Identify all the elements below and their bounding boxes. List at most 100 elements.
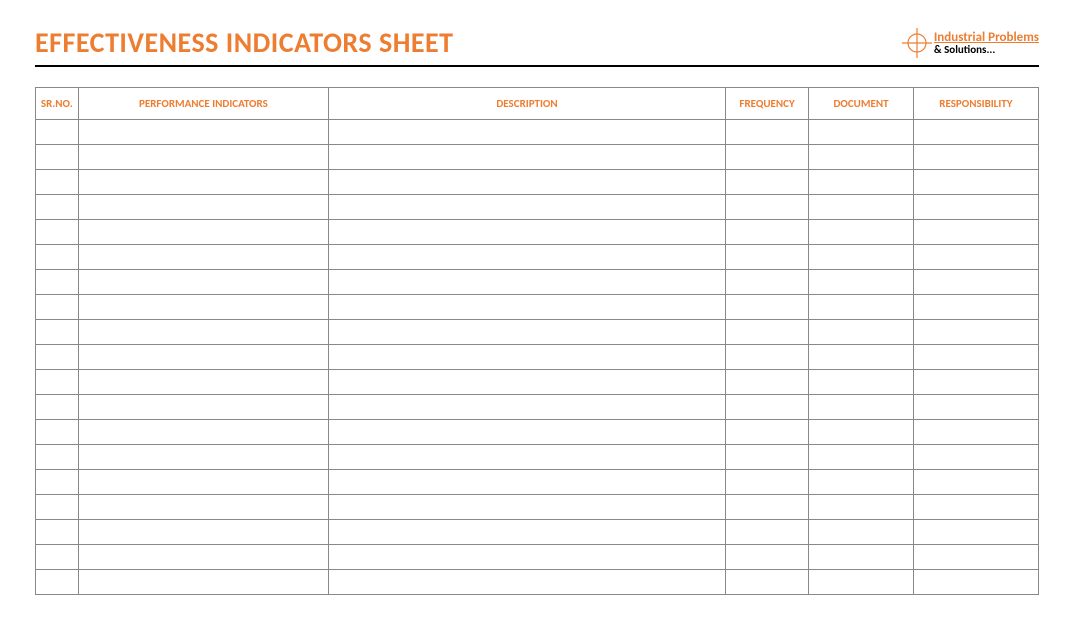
cell-frequency xyxy=(725,420,809,445)
cell-frequency xyxy=(725,245,809,270)
logo-line1: Industrial Problems xyxy=(934,31,1039,44)
cell-srno xyxy=(36,170,79,195)
header-responsibility: RESPONSIBILITY xyxy=(913,88,1038,120)
cell-srno xyxy=(36,545,79,570)
table-row xyxy=(36,470,1039,495)
cell-document xyxy=(809,495,913,520)
cell-indicators xyxy=(78,245,329,270)
table-row xyxy=(36,545,1039,570)
cell-frequency xyxy=(725,370,809,395)
cell-description xyxy=(329,270,726,295)
cell-frequency xyxy=(725,570,809,595)
cell-responsibility xyxy=(913,295,1038,320)
cell-document xyxy=(809,320,913,345)
header: EFFECTIVENESS INDICATORS SHEET Industria… xyxy=(35,25,1039,60)
cell-responsibility xyxy=(913,470,1038,495)
cell-description xyxy=(329,445,726,470)
table-row xyxy=(36,295,1039,320)
cell-indicators xyxy=(78,470,329,495)
cell-responsibility xyxy=(913,545,1038,570)
cell-document xyxy=(809,470,913,495)
table-row xyxy=(36,145,1039,170)
header-divider xyxy=(35,65,1039,67)
table-row xyxy=(36,220,1039,245)
cell-document xyxy=(809,545,913,570)
header-srno: SR.NO. xyxy=(36,88,79,120)
cell-srno xyxy=(36,570,79,595)
cell-description xyxy=(329,495,726,520)
cell-responsibility xyxy=(913,145,1038,170)
cell-indicators xyxy=(78,220,329,245)
cell-frequency xyxy=(725,345,809,370)
cell-description xyxy=(329,545,726,570)
cell-responsibility xyxy=(913,520,1038,545)
table-row xyxy=(36,320,1039,345)
cell-description xyxy=(329,195,726,220)
cell-description xyxy=(329,470,726,495)
cell-description xyxy=(329,570,726,595)
cell-document xyxy=(809,395,913,420)
table-row xyxy=(36,120,1039,145)
cell-frequency xyxy=(725,495,809,520)
cell-srno xyxy=(36,470,79,495)
cell-indicators xyxy=(78,495,329,520)
indicators-table: SR.NO. PERFORMANCE INDICATORS DESCRIPTIO… xyxy=(35,87,1039,595)
cell-document xyxy=(809,270,913,295)
cell-srno xyxy=(36,220,79,245)
cell-responsibility xyxy=(913,445,1038,470)
cell-srno xyxy=(36,495,79,520)
cell-indicators xyxy=(78,120,329,145)
cell-document xyxy=(809,345,913,370)
cell-srno xyxy=(36,345,79,370)
header-document: DOCUMENT xyxy=(809,88,913,120)
cell-indicators xyxy=(78,295,329,320)
cell-description xyxy=(329,145,726,170)
cell-srno xyxy=(36,270,79,295)
header-indicators: PERFORMANCE INDICATORS xyxy=(78,88,329,120)
logo-line2: & Solutions... xyxy=(934,44,1039,55)
table-row xyxy=(36,420,1039,445)
cell-indicators xyxy=(78,520,329,545)
cell-frequency xyxy=(725,220,809,245)
cell-frequency xyxy=(725,545,809,570)
cell-document xyxy=(809,520,913,545)
cell-responsibility xyxy=(913,270,1038,295)
cell-srno xyxy=(36,120,79,145)
cell-responsibility xyxy=(913,395,1038,420)
cell-document xyxy=(809,245,913,270)
cell-responsibility xyxy=(913,570,1038,595)
cell-document xyxy=(809,145,913,170)
cell-frequency xyxy=(725,445,809,470)
table-row xyxy=(36,495,1039,520)
cell-frequency xyxy=(725,145,809,170)
cell-indicators xyxy=(78,345,329,370)
cell-responsibility xyxy=(913,345,1038,370)
cell-indicators xyxy=(78,445,329,470)
table-row xyxy=(36,195,1039,220)
table-row xyxy=(36,170,1039,195)
header-frequency: FREQUENCY xyxy=(725,88,809,120)
table-row xyxy=(36,370,1039,395)
cell-srno xyxy=(36,420,79,445)
cell-document xyxy=(809,445,913,470)
table-row xyxy=(36,245,1039,270)
cell-document xyxy=(809,370,913,395)
cell-responsibility xyxy=(913,495,1038,520)
cell-frequency xyxy=(725,295,809,320)
cell-frequency xyxy=(725,120,809,145)
table-row xyxy=(36,270,1039,295)
cell-responsibility xyxy=(913,220,1038,245)
cell-srno xyxy=(36,370,79,395)
cell-indicators xyxy=(78,395,329,420)
cell-document xyxy=(809,120,913,145)
cell-description xyxy=(329,420,726,445)
cell-indicators xyxy=(78,420,329,445)
crosshair-icon xyxy=(902,28,932,58)
cell-indicators xyxy=(78,145,329,170)
cell-description xyxy=(329,245,726,270)
cell-responsibility xyxy=(913,170,1038,195)
cell-responsibility xyxy=(913,245,1038,270)
cell-document xyxy=(809,195,913,220)
cell-responsibility xyxy=(913,420,1038,445)
cell-indicators xyxy=(78,195,329,220)
